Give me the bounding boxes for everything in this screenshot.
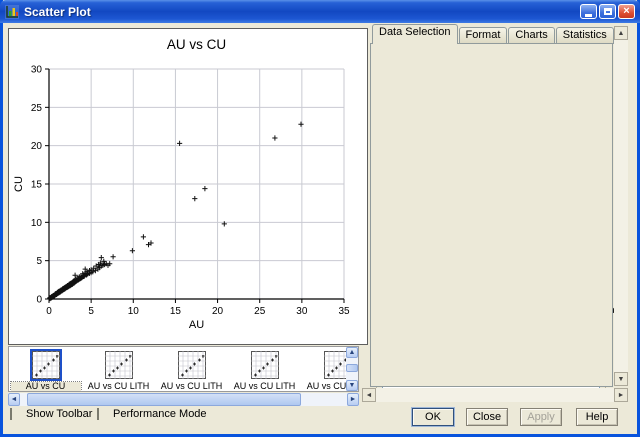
svg-text:35: 35 xyxy=(338,306,350,317)
show-toolbar-checkbox[interactable] xyxy=(10,408,12,420)
scatter-chart: AU vs CU 0 5 10 15 20 25 30 35 0 5 10 15 20 25 30 AU CU xyxy=(9,29,365,342)
svg-text:5: 5 xyxy=(88,306,94,317)
apply-button[interactable]: Apply xyxy=(520,408,562,426)
svg-text:30: 30 xyxy=(31,65,43,76)
tab-panel xyxy=(370,43,613,387)
app-icon xyxy=(5,5,19,19)
panel-vertical-scrollbar[interactable]: ▲ ▼ xyxy=(614,26,628,386)
tab-statistics[interactable]: Statistics xyxy=(556,27,614,44)
thumbnail-chart-icon xyxy=(249,349,281,381)
chart-panel: AU vs CU 0 5 10 15 20 25 30 35 0 5 10 15 20 25 30 AU CU xyxy=(8,28,368,345)
svg-text:0: 0 xyxy=(36,295,42,306)
thumbnail-chart-icon xyxy=(176,349,208,381)
scroll-right-icon[interactable]: ► xyxy=(614,388,628,402)
chart-thumbnail-au-vs-cu[interactable]: AU vs CU xyxy=(9,347,82,391)
chart-thumbnail-au-vs-cu-lith-silt[interactable]: AU vs CU LITH Silt xyxy=(301,347,346,391)
thumbnail-label: AU vs CU LITH Basalt xyxy=(84,382,154,391)
scatter-plot-window: Scatter Plot × AU vs CU 0 5 10 15 20 25 30 35 0 5 1… xyxy=(0,0,640,437)
chart-thumbnail-au-vs-cu-lith-breccia[interactable]: AU vs CU LITH Breccia xyxy=(155,347,228,391)
maximize-button[interactable] xyxy=(599,4,616,19)
performance-mode-label: Performance Mode xyxy=(113,408,207,420)
svg-text:15: 15 xyxy=(170,306,182,317)
ok-button[interactable]: OK xyxy=(412,408,454,426)
svg-text:AU: AU xyxy=(189,319,204,331)
scroll-left-icon[interactable]: ◄ xyxy=(362,388,376,402)
svg-text:25: 25 xyxy=(254,306,266,317)
svg-text:5: 5 xyxy=(36,256,42,267)
svg-text:20: 20 xyxy=(31,141,43,152)
thumbnail-vertical-scrollbar[interactable]: ▲ ▼ xyxy=(346,347,358,391)
thumbnail-horizontal-scrollbar[interactable]: ◄ ► xyxy=(8,393,359,406)
thumbnail-strip: AU vs CUAU vs CU LITH BasaltAU vs CU LIT… xyxy=(8,346,359,392)
tab-charts[interactable]: Charts xyxy=(508,27,554,44)
checkbox-icon xyxy=(97,408,99,420)
tab-bar: Data SelectionFormatChartsStatistics xyxy=(372,25,615,44)
scrollbar-track[interactable] xyxy=(20,393,347,406)
window-title: Scatter Plot xyxy=(24,5,578,19)
scroll-up-icon[interactable]: ▲ xyxy=(614,26,628,40)
maximize-icon xyxy=(604,8,612,15)
tab-format[interactable]: Format xyxy=(459,27,508,44)
svg-text:10: 10 xyxy=(128,306,140,317)
thumbnail-label: AU vs CU LITH Silt xyxy=(303,382,347,391)
scrollbar-track[interactable] xyxy=(346,358,358,380)
svg-text:10: 10 xyxy=(31,218,43,229)
svg-text:25: 25 xyxy=(31,103,43,114)
svg-text:AU vs CU: AU vs CU xyxy=(167,37,226,52)
performance-mode-checkbox[interactable] xyxy=(97,408,99,420)
help-button[interactable]: Help xyxy=(576,408,618,426)
thumbnail-chart-icon xyxy=(322,349,347,381)
scroll-left-icon[interactable]: ◄ xyxy=(8,393,20,406)
panel-horizontal-scrollbar[interactable]: ◄ ► xyxy=(362,388,628,402)
thumbnail-chart-icon xyxy=(30,349,62,381)
chart-thumbnail-au-vs-cu-lith-basalt[interactable]: AU vs CU LITH Basalt xyxy=(82,347,155,391)
checkbox-icon xyxy=(10,408,12,420)
show-toolbar-label: Show Toolbar xyxy=(26,408,92,420)
svg-text:20: 20 xyxy=(212,306,224,317)
scroll-up-icon[interactable]: ▲ xyxy=(346,347,358,358)
thumbnail-label: AU vs CU LITH Breccia xyxy=(157,382,227,391)
tab-data-selection[interactable]: Data Selection xyxy=(372,24,458,44)
svg-text:30: 30 xyxy=(296,306,308,317)
thumbnail-label: AU vs CU xyxy=(11,382,81,391)
titlebar[interactable]: Scatter Plot × xyxy=(0,0,640,23)
close-button[interactable]: Close xyxy=(466,408,508,426)
scroll-down-icon[interactable]: ▼ xyxy=(346,380,358,391)
svg-text:CU: CU xyxy=(13,176,25,192)
minimize-button[interactable] xyxy=(580,4,597,19)
close-icon: × xyxy=(623,6,629,17)
thumbnail-chart-icon xyxy=(103,349,135,381)
scroll-down-icon[interactable]: ▼ xyxy=(614,372,628,386)
chart-thumbnail-au-vs-cu-lith-sandstone[interactable]: AU vs CU LITH Sandstone xyxy=(228,347,301,391)
minimize-icon xyxy=(585,14,592,17)
scrollbar-thumb[interactable] xyxy=(346,364,358,371)
thumbnail-label: AU vs CU LITH Sandstone xyxy=(230,382,300,391)
svg-text:15: 15 xyxy=(31,180,43,191)
scroll-right-icon[interactable]: ► xyxy=(347,393,359,406)
scrollbar-thumb[interactable] xyxy=(27,393,302,406)
close-button[interactable]: × xyxy=(618,4,635,19)
svg-text:0: 0 xyxy=(46,306,52,317)
